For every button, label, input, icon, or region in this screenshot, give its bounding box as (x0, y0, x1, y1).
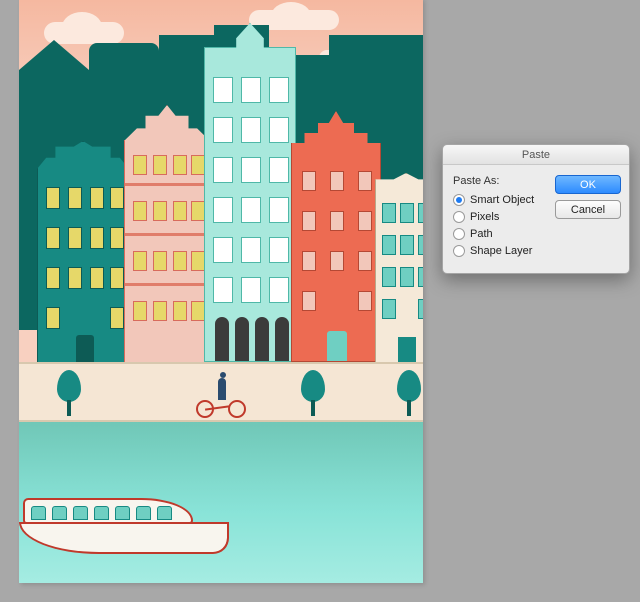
paste-as-group: Paste As: Smart Object Pixels Path Shape… (453, 175, 547, 259)
group-label: Paste As: (453, 175, 547, 187)
building-teal (37, 168, 129, 366)
radio-label: Path (470, 228, 493, 240)
ok-button[interactable]: OK (555, 175, 621, 194)
radio-label: Smart Object (470, 194, 534, 206)
radio-icon (453, 194, 465, 206)
radio-smart-object[interactable]: Smart Object (453, 191, 547, 208)
document-canvas[interactable] (19, 0, 423, 583)
radio-pixels[interactable]: Pixels (453, 208, 547, 225)
tree-illustration (57, 368, 81, 416)
radio-shape-layer[interactable]: Shape Layer (453, 242, 547, 259)
tree-illustration (301, 368, 325, 416)
button-label: OK (580, 179, 596, 191)
tree-illustration (397, 368, 421, 416)
dialog-titlebar[interactable]: Paste (443, 145, 629, 165)
building-cream (375, 188, 423, 364)
radio-icon (453, 228, 465, 240)
paste-dialog: Paste Paste As: Smart Object Pixels Path… (442, 144, 630, 274)
dialog-title: Paste (522, 149, 550, 161)
radio-path[interactable]: Path (453, 225, 547, 242)
building-red-stepped (291, 150, 381, 362)
radio-icon (453, 211, 465, 223)
building-mint-tall (204, 60, 296, 362)
radio-icon (453, 245, 465, 257)
cyclist-illustration (194, 370, 254, 418)
button-label: Cancel (571, 204, 605, 216)
radio-label: Pixels (470, 211, 499, 223)
building-pink (124, 140, 210, 364)
radio-label: Shape Layer (470, 245, 532, 257)
boat-illustration (19, 480, 239, 554)
cancel-button[interactable]: Cancel (555, 200, 621, 219)
